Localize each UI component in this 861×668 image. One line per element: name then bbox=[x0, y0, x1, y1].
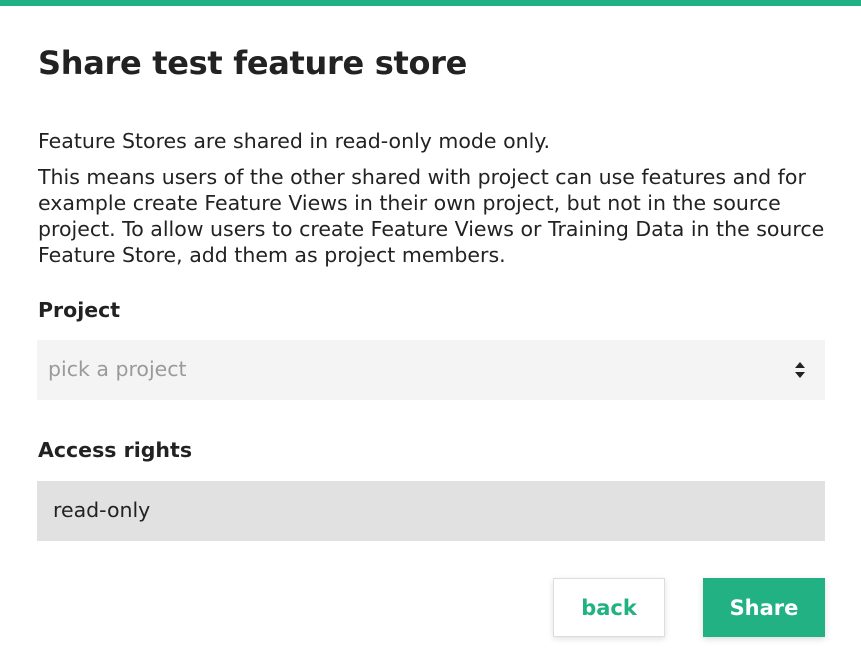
project-label: Project bbox=[38, 298, 121, 322]
back-button[interactable]: back bbox=[553, 578, 665, 637]
share-dialog: Share test feature store Feature Stores … bbox=[0, 0, 861, 668]
description-summary: Feature Stores are shared in read-only m… bbox=[38, 129, 551, 153]
share-button[interactable]: Share bbox=[703, 578, 825, 637]
project-select-placeholder: pick a project bbox=[48, 357, 187, 381]
access-rights-field: read-only bbox=[37, 481, 825, 541]
project-select[interactable]: pick a project bbox=[37, 340, 825, 400]
dialog-title: Share test feature store bbox=[38, 44, 468, 82]
access-rights-value: read-only bbox=[53, 498, 151, 522]
access-rights-label: Access rights bbox=[38, 438, 193, 462]
description-details: This means users of the other shared wit… bbox=[38, 165, 825, 267]
sort-arrows-icon bbox=[795, 362, 805, 378]
